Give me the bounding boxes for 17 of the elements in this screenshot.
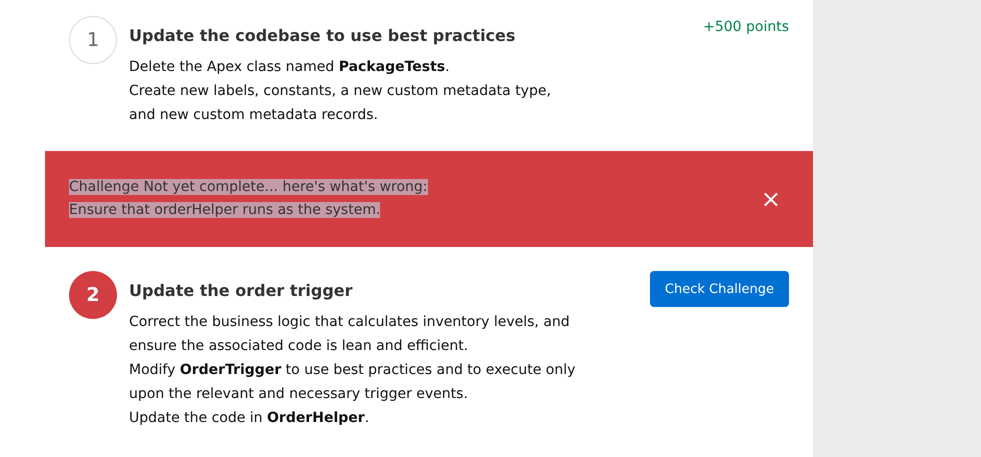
step-description: upon the relevant and necessary trigger events.	[129, 385, 469, 404]
close-button[interactable]: ×	[752, 185, 789, 213]
step-title: Update the order trigger	[129, 281, 354, 300]
check-challenge-button[interactable]: Check Challenge	[650, 271, 789, 307]
step-description: Update the code in OrderHelper.	[129, 409, 370, 428]
step-description: Modify OrderTrigger to use best practices and to execute only	[129, 361, 576, 380]
step-number: 1	[69, 16, 117, 64]
points-label: +500 points	[703, 18, 789, 35]
error-message: Challenge Not yet complete... here's what's wrong:	[69, 179, 428, 195]
step-description: ensure the associated code is lean and efficient.	[129, 337, 470, 356]
step-description: Create new labels, constants, a new custom metadata type,	[129, 82, 552, 101]
step-number: 2	[69, 271, 117, 319]
step-description: Delete the Apex class named PackageTests.	[129, 58, 451, 77]
step-description: Correct the business logic that calculates inventory levels, and	[129, 313, 571, 332]
step-description: and new custom metadata records.	[129, 106, 379, 125]
step-title: Update the codebase to use best practices	[129, 26, 516, 45]
error-message: Ensure that orderHelper runs as the system.	[69, 202, 380, 218]
